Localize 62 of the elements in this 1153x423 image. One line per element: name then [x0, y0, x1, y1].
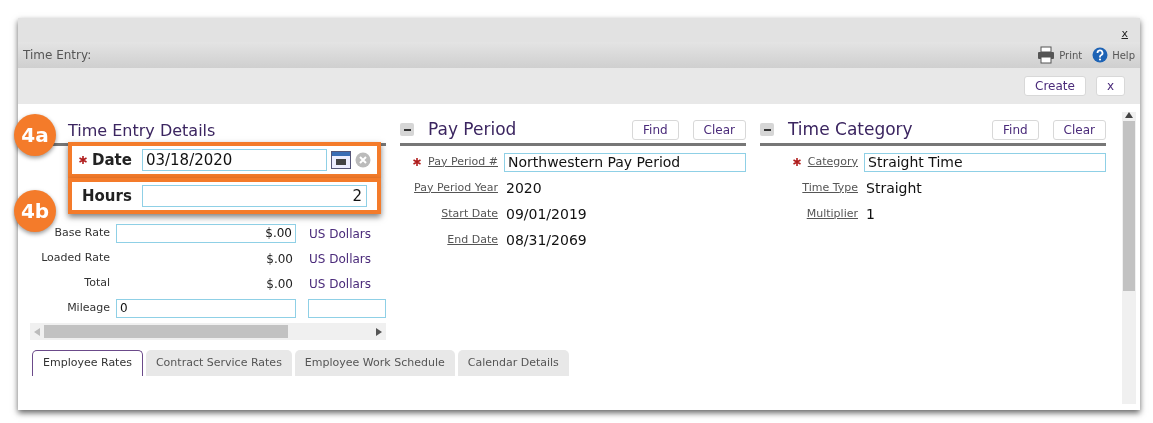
field-label[interactable]: Start Date	[441, 205, 498, 223]
input-field[interactable]: Straight Time	[864, 152, 1106, 172]
print-link[interactable]: Print	[1037, 46, 1083, 64]
currency-label: US Dollars	[309, 250, 371, 268]
close-link[interactable]: x	[1121, 25, 1128, 42]
callout-badge: 4b	[14, 190, 56, 232]
window-title: Time Entry:	[23, 47, 93, 64]
field-value: 09/01/2019	[505, 204, 588, 224]
input-field[interactable]: $.00	[116, 224, 296, 243]
clear-icon[interactable]	[355, 152, 371, 168]
right-arrow-icon[interactable]	[376, 327, 382, 336]
help-link[interactable]: Help	[1092, 47, 1135, 63]
action-button[interactable]: Find	[632, 119, 679, 140]
left-arrow-icon[interactable]	[34, 327, 40, 336]
collapse-toggle[interactable]	[400, 123, 414, 136]
help-icon	[1092, 47, 1109, 63]
scrollbar-thumb[interactable]	[44, 325, 288, 338]
action-button[interactable]: Find	[992, 119, 1039, 140]
field-value: $.00	[265, 250, 294, 268]
tab[interactable]: Contract Service Rates	[145, 350, 292, 376]
horizontal-scrollbar[interactable]	[30, 323, 386, 340]
field-label[interactable]: Pay Period #	[428, 153, 498, 171]
field-label: Date	[92, 149, 132, 171]
currency-label: US Dollars	[309, 275, 371, 293]
scrollbar-thumb[interactable]	[1123, 121, 1135, 291]
input-field[interactable]	[308, 299, 386, 318]
field-value: $.00	[265, 275, 294, 293]
field-label[interactable]: Multiplier	[806, 205, 858, 223]
printer-icon	[1037, 46, 1056, 64]
field-label[interactable]: Category	[807, 153, 858, 171]
field-label[interactable]: Pay Period Year	[414, 179, 498, 197]
action-button[interactable]: Clear	[692, 119, 746, 140]
calendar-icon[interactable]	[331, 151, 351, 169]
field-label: Loaded Rate	[40, 250, 110, 267]
callout-badge: 4a	[14, 114, 56, 156]
section-title: Pay Period	[428, 117, 518, 141]
field-label[interactable]: Time Type	[802, 179, 858, 197]
action-button[interactable]: Clear	[1052, 119, 1106, 140]
tab[interactable]: Calendar Details	[457, 350, 569, 376]
up-arrow-icon[interactable]	[1125, 112, 1133, 118]
field-value: 1	[865, 204, 876, 224]
section-title: Time Category	[788, 117, 914, 141]
field-label: Total	[83, 275, 110, 292]
tab[interactable]: Employee Work Schedule	[294, 350, 455, 376]
field-value: Straight	[865, 178, 923, 198]
field-label: Mileage	[66, 300, 110, 317]
collapse-toggle[interactable]	[760, 123, 774, 136]
field-value: 2020	[505, 178, 543, 198]
section-title: Time Entry Details	[68, 119, 216, 142]
input-field[interactable]: 0	[116, 299, 296, 318]
hours-field[interactable]: 2	[141, 185, 367, 207]
action-button[interactable]: Create	[1024, 76, 1086, 96]
field-label[interactable]: End Date	[447, 231, 498, 249]
field-value: 08/31/2069	[505, 230, 588, 250]
field-label: Base Rate	[53, 225, 110, 242]
action-button[interactable]: x	[1095, 76, 1125, 96]
currency-label: US Dollars	[309, 225, 371, 243]
vertical-scrollbar[interactable]	[1122, 112, 1136, 404]
field-label: Hours	[82, 185, 132, 207]
tab[interactable]: Employee Rates	[32, 350, 143, 376]
date-field[interactable]: 03/18/2020	[141, 149, 327, 171]
input-field[interactable]: Northwestern Pay Period	[504, 152, 746, 172]
